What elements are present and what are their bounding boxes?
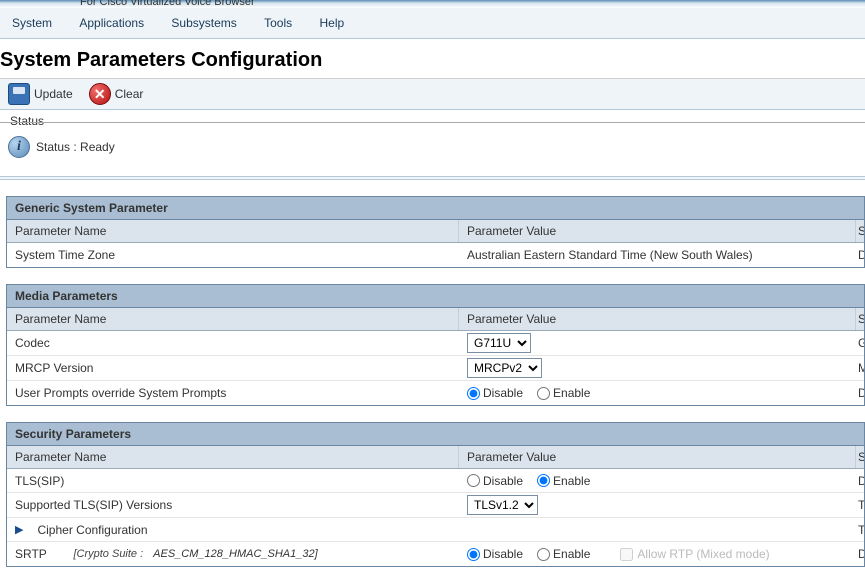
user-prompts-disable-label: Disable (483, 386, 523, 400)
allow-rtp-checkbox (620, 548, 633, 561)
srtp-label: SRTP (15, 547, 47, 561)
info-icon: i (8, 136, 30, 158)
cipher-suggested: T (856, 519, 864, 541)
srtp-disable-label: Disable (483, 547, 523, 561)
menu-applications[interactable]: Applications (67, 12, 156, 34)
time-zone-label: System Time Zone (7, 244, 459, 266)
tls-sip-enable-label: Enable (553, 474, 590, 488)
user-prompts-enable-radio[interactable] (537, 387, 550, 400)
tls-sip-disable-label: Disable (483, 474, 523, 488)
menu-subsystems[interactable]: Subsystems (159, 12, 248, 34)
tls-sip-disable-radio[interactable] (467, 474, 480, 487)
row-srtp: SRTP [Crypto Suite : AES_CM_128_HMAC_SHA… (7, 542, 864, 566)
time-zone-suggested: D (856, 244, 864, 266)
media-header-row: Parameter Name Parameter Value S (7, 308, 864, 331)
codec-select[interactable]: G711U (467, 333, 531, 353)
cipher-label: Cipher Configuration (37, 523, 147, 537)
col-parameter-name: Parameter Name (7, 308, 459, 330)
col-suggested: S (856, 446, 864, 468)
row-cipher-configuration[interactable]: ▶ Cipher Configuration T (7, 518, 864, 542)
time-zone-value: Australian Eastern Standard Time (New So… (459, 246, 856, 264)
col-parameter-value: Parameter Value (459, 446, 856, 468)
media-panel-title: Media Parameters (7, 285, 864, 308)
status-group: i Status : Ready (0, 122, 865, 164)
allow-rtp-wrap: Allow RTP (Mixed mode) (620, 547, 769, 561)
codec-label: Codec (7, 332, 459, 354)
menu-help[interactable]: Help (307, 12, 356, 34)
srtp-crypto-value: AES_CM_128_HMAC_SHA1_32] (153, 548, 317, 560)
user-prompts-label: User Prompts override System Prompts (7, 382, 459, 404)
row-user-prompts: User Prompts override System Prompts Dis… (7, 381, 864, 405)
clear-x-icon: ✕ (89, 83, 111, 105)
generic-header-row: Parameter Name Parameter Value S (7, 220, 864, 243)
srtp-disable-radio[interactable] (467, 548, 480, 561)
user-prompts-suggested: D (856, 382, 864, 404)
clear-button[interactable]: ✕ Clear (89, 83, 144, 105)
row-tls-versions: Supported TLS(SIP) Versions TLSv1.2 T (7, 493, 864, 518)
allow-rtp-label: Allow RTP (Mixed mode) (637, 547, 769, 561)
srtp-crypto-label: [Crypto Suite : (73, 548, 143, 560)
security-header-row: Parameter Name Parameter Value S (7, 446, 864, 469)
tls-versions-label: Supported TLS(SIP) Versions (7, 494, 459, 516)
tls-versions-select[interactable]: TLSv1.2 (467, 495, 538, 515)
update-label: Update (34, 87, 73, 101)
separator (0, 176, 865, 180)
generic-panel-title: Generic System Parameter (7, 197, 864, 220)
row-codec: Codec G711U G (7, 331, 864, 356)
mrcp-label: MRCP Version (7, 357, 459, 379)
srtp-enable-radio[interactable] (537, 548, 550, 561)
tls-sip-label: TLS(SIP) (7, 470, 459, 492)
save-disk-icon (8, 83, 30, 105)
menu-system[interactable]: System (0, 12, 64, 34)
status-text: Status : Ready (36, 140, 115, 154)
update-button[interactable]: Update (8, 83, 73, 105)
menu-bar: System Applications Subsystems Tools Hel… (0, 8, 865, 39)
generic-system-panel: Generic System Parameter Parameter Name … (6, 196, 865, 268)
security-panel-title: Security Parameters (7, 423, 864, 446)
codec-suggested: G (856, 332, 864, 354)
col-parameter-value: Parameter Value (459, 220, 856, 242)
expand-arrow-icon[interactable]: ▶ (15, 523, 23, 536)
col-suggested: S (856, 308, 864, 330)
product-tag: For Cisco Virtualized Voice Browser (80, 0, 255, 8)
user-prompts-enable-label: Enable (553, 386, 590, 400)
col-suggested: S (856, 220, 864, 242)
tls-versions-suggested: T (856, 494, 864, 516)
app-header: For Cisco Virtualized Voice Browser (0, 0, 865, 8)
col-parameter-name: Parameter Name (7, 220, 459, 242)
mrcp-suggested: M (856, 357, 864, 379)
srtp-suggested: D (856, 543, 864, 565)
srtp-enable-label: Enable (553, 547, 590, 561)
page-title: System Parameters Configuration (0, 39, 865, 78)
user-prompts-disable-radio[interactable] (467, 387, 480, 400)
tls-sip-suggested: D (856, 470, 864, 492)
row-system-time-zone: System Time Zone Australian Eastern Stan… (7, 243, 864, 267)
col-parameter-value: Parameter Value (459, 308, 856, 330)
menu-tools[interactable]: Tools (252, 12, 304, 34)
security-parameters-panel: Security Parameters Parameter Name Param… (6, 422, 865, 567)
row-tls-sip: TLS(SIP) Disable Enable D (7, 469, 864, 493)
toolbar: Update ✕ Clear (0, 78, 865, 110)
mrcp-select[interactable]: MRCPv2 (467, 358, 542, 378)
media-parameters-panel: Media Parameters Parameter Name Paramete… (6, 284, 865, 406)
tls-sip-enable-radio[interactable] (537, 474, 550, 487)
row-mrcp-version: MRCP Version MRCPv2 M (7, 356, 864, 381)
col-parameter-name: Parameter Name (7, 446, 459, 468)
clear-label: Clear (115, 87, 144, 101)
